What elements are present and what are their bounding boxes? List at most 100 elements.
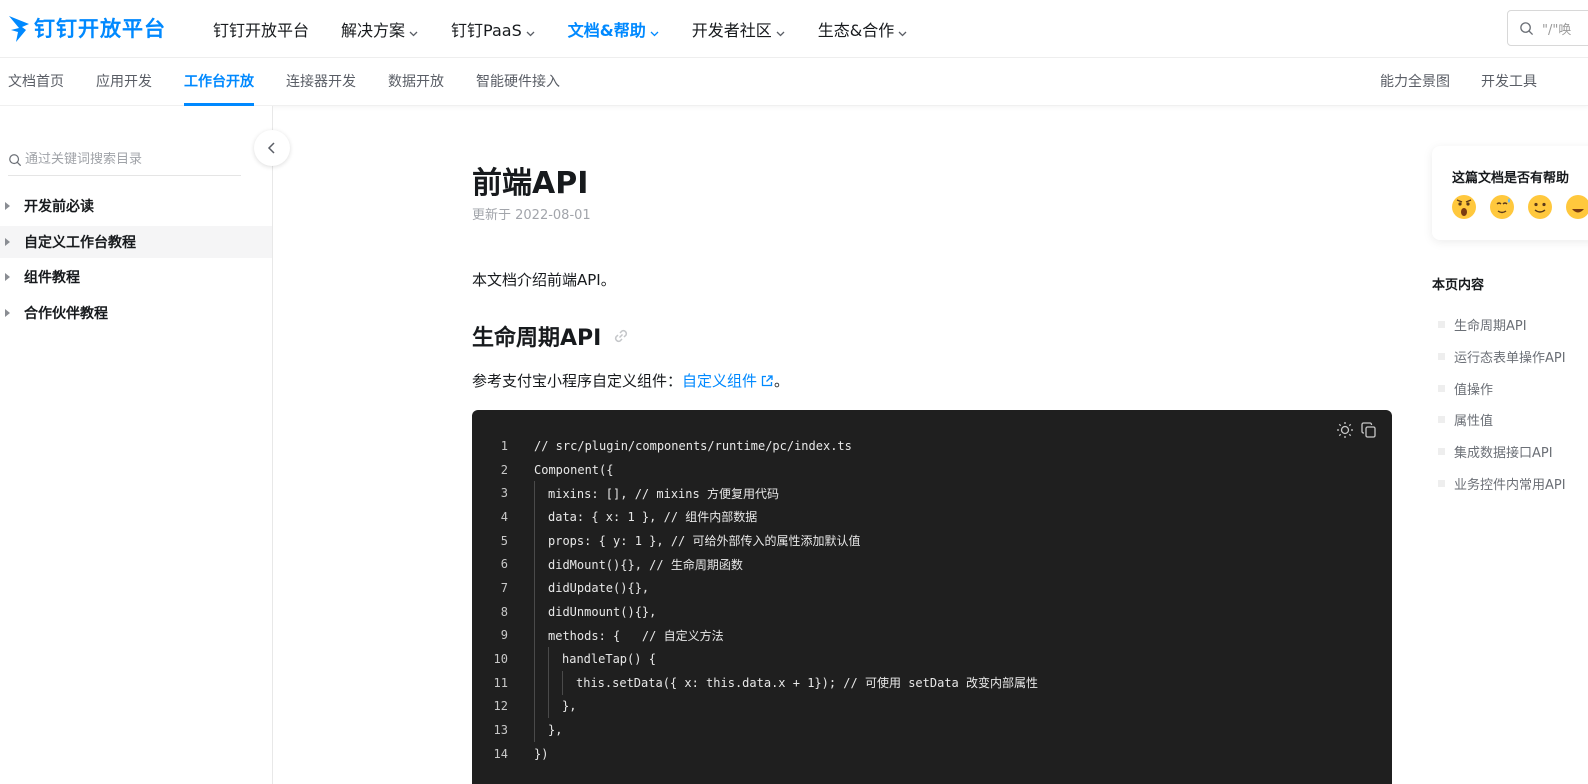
sidebar-search-input[interactable] — [25, 152, 235, 167]
sub-nav-tab[interactable]: 应用开发 — [96, 58, 152, 106]
top-nav-label[interactable]: 钉钉PaaS — [451, 17, 522, 41]
line-number: 13 — [493, 723, 508, 738]
top-nav-item[interactable]: 文档&帮助 — [568, 17, 660, 41]
feedback-emojis — [1450, 193, 1588, 221]
sub-nav-tab[interactable]: 连接器开发 — [286, 58, 356, 106]
anchor-link-icon[interactable] — [611, 326, 631, 346]
doc-sidebar: 开发前必读自定义工作台教程组件教程合作伙伴教程 — [0, 106, 273, 784]
code-text: didMount(){}, // 生命周期函数 — [548, 557, 743, 572]
top-navigation: 钉钉开放平台 解决方案 钉钉PaaS 文档&帮助 开发者社区 生态&合作 — [213, 0, 940, 58]
sidebar-item[interactable]: 开发前必读 — [0, 190, 272, 222]
indent-guide — [534, 528, 548, 553]
indent-guide — [534, 552, 548, 577]
code-line: 14}) — [472, 742, 1392, 766]
caret-right-icon — [5, 237, 10, 246]
toc-title: 本页内容 — [1432, 278, 1485, 293]
sidebar-item[interactable]: 组件教程 — [0, 261, 272, 293]
toc-item[interactable]: 生命周期API — [1438, 309, 1566, 341]
top-nav-label[interactable]: 解决方案 — [341, 17, 405, 41]
chevron-left-icon — [267, 142, 275, 154]
sub-nav-tab[interactable]: 工作台开放 — [184, 58, 254, 106]
code-line: 13}, — [472, 718, 1392, 742]
sidebar-tree: 开发前必读 自定义工作台教程组件教程合作伙伴教程 — [0, 190, 272, 332]
toc-item[interactable]: 运行态表单操作API — [1438, 341, 1566, 373]
sweat-face-icon[interactable] — [1488, 193, 1516, 221]
code-text: }) — [534, 746, 549, 761]
indent-guide — [534, 647, 548, 671]
top-nav-label[interactable]: 钉钉开放平台 — [213, 17, 309, 41]
line-number: 7 — [500, 580, 508, 595]
line-number: 3 — [500, 486, 508, 501]
line-number: 11 — [493, 675, 508, 690]
top-nav-item[interactable]: 钉钉开放平台 — [213, 17, 309, 41]
toc-item[interactable]: 属性值 — [1438, 404, 1566, 436]
code-text: didUpdate(){}, — [548, 580, 650, 595]
external-link-icon — [761, 374, 773, 386]
indent-guide — [534, 718, 548, 742]
sidebar-item-label: 组件教程 — [24, 270, 80, 286]
toc-item[interactable]: 值操作 — [1438, 372, 1566, 404]
code-line: 6 didMount(){}, // 生命周期函数 — [472, 552, 1392, 577]
line-number: 4 — [500, 509, 508, 524]
sub-nav-right-link[interactable]: 能力全景图 — [1380, 58, 1450, 106]
sub-nav-right-link[interactable]: 开发工具 — [1481, 58, 1537, 106]
custom-component-link[interactable]: 自定义组件 — [682, 370, 774, 391]
code-text: this.setData({ x: this.data.x + 1}); // … — [576, 676, 1039, 691]
sub-navigation-bar: 文档首页 应用开发 工作台开放 连接器开发 数据开放 智能硬件接入 能力全景图 开发工具 — [0, 58, 1588, 106]
sub-navigation: 文档首页 应用开发 工作台开放 连接器开发 数据开放 智能硬件接入 — [8, 58, 592, 106]
caret-right-icon — [5, 273, 10, 281]
happy-face-icon[interactable] — [1564, 193, 1588, 221]
smile-face-icon[interactable] — [1526, 193, 1554, 221]
code-line: 1 // src/plugin/components/runtime/pc/ind… — [472, 434, 1392, 458]
indent-guide — [548, 694, 562, 719]
sub-nav-tab[interactable]: 文档首页 — [8, 58, 64, 106]
toc-item[interactable]: 集成数据接口API — [1438, 436, 1566, 468]
line-number: 14 — [493, 746, 508, 761]
chevron-down-icon — [408, 24, 419, 36]
line-number: 2 — [500, 462, 508, 477]
top-search-box[interactable]: "/"唤 — [1507, 10, 1588, 46]
chevron-down-icon — [649, 24, 660, 36]
top-nav-item[interactable]: 生态&合作 — [818, 17, 908, 41]
indent-guide — [562, 670, 576, 695]
top-search-placeholder: "/"唤 — [1542, 22, 1572, 38]
top-nav-item[interactable]: 钉钉PaaS — [451, 17, 536, 41]
caret-right-icon — [5, 308, 10, 317]
indent-guide — [534, 670, 548, 695]
feedback-card: 这篇文档是否有帮助 — [1432, 146, 1588, 240]
code-line: 5 props: { y: 1 }, // 可给外部传入的属性添加默认值 — [472, 528, 1392, 553]
line-number: 9 — [500, 628, 508, 643]
code-block: 1 // src/plugin/components/runtime/pc/ind… — [472, 410, 1392, 784]
code-text: props: { y: 1 }, // 可给外部传入的属性添加默认值 — [548, 534, 861, 549]
caret-right-icon — [5, 202, 10, 210]
line-number: 10 — [493, 652, 508, 667]
custom-component-link-text[interactable]: 自定义组件 — [682, 370, 757, 391]
reference-prefix: 参考支付宝小程序自定义组件： — [472, 372, 683, 390]
sub-nav-tab[interactable]: 智能硬件接入 — [476, 58, 560, 106]
sub-nav-tab[interactable]: 数据开放 — [388, 58, 444, 106]
sidebar-collapse-button[interactable] — [254, 130, 290, 166]
section-heading: 生命周期API — [472, 320, 631, 352]
top-nav-label[interactable]: 文档&帮助 — [568, 17, 646, 41]
indent-guide — [548, 670, 562, 695]
sidebar-item[interactable]: 自定义工作台教程 — [0, 225, 272, 258]
sidebar-item[interactable]: 合作伙伴教程 — [0, 297, 272, 329]
top-nav-label[interactable]: 生态&合作 — [818, 17, 894, 41]
dingtalk-logo[interactable]: 钉钉开放平台 — [7, 10, 166, 46]
top-nav-item[interactable]: 解决方案 — [341, 17, 419, 41]
sidebar-search[interactable] — [8, 144, 241, 176]
intro-paragraph: 本文档介绍前端API。 — [472, 271, 616, 289]
reference-suffix: 。 — [774, 372, 790, 390]
line-number: 1 — [500, 438, 508, 453]
top-nav-item[interactable]: 开发者社区 — [692, 17, 786, 41]
line-number: 6 — [500, 557, 508, 572]
top-nav-label[interactable]: 开发者社区 — [692, 17, 772, 41]
toc-item[interactable]: 业务控件内常用API — [1438, 467, 1566, 499]
code-lines: 1 // src/plugin/components/runtime/pc/ind… — [472, 434, 1392, 766]
feedback-question: 这篇文档是否有帮助 — [1452, 171, 1570, 186]
logo-text: 钉钉开放平台 — [34, 17, 166, 41]
angry-face-icon[interactable] — [1450, 193, 1478, 221]
code-line: 7 didUpdate(){}, — [472, 576, 1392, 600]
code-line: 11 this.setData({ x: this.data.x + 1}); /… — [472, 670, 1392, 695]
section-heading-text: 生命周期API — [472, 326, 602, 351]
